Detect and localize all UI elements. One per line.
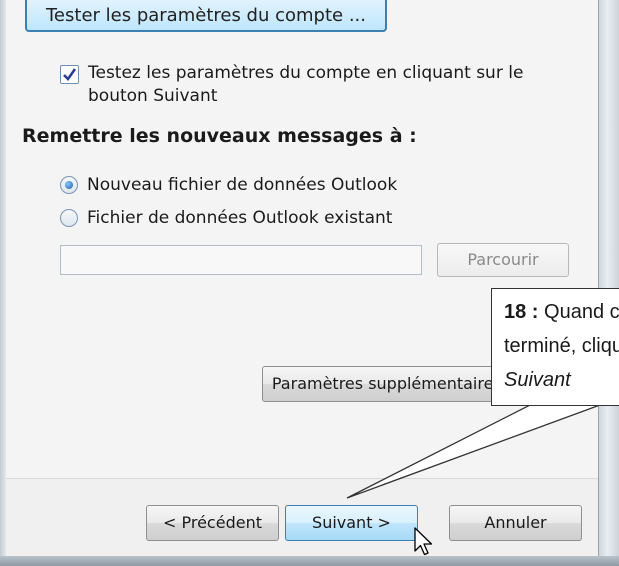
callout-line-1-text: Quand c'est [544, 301, 619, 323]
new-data-file-radio[interactable] [60, 176, 78, 194]
existing-data-file-label: Fichier de données Outlook existant [87, 208, 393, 228]
existing-data-file-radio[interactable] [60, 209, 78, 227]
deliver-messages-heading: Remettre les nouveaux messages à : [22, 125, 417, 147]
new-data-file-label: Nouveau fichier de données Outlook [87, 175, 398, 195]
mouse-cursor-icon [414, 527, 433, 556]
callout-next-word: Suivant [504, 369, 571, 391]
window-frame-bottom [0, 556, 619, 566]
callout-line-2: terminé, cliquez sur [504, 335, 619, 357]
window-frame-right [598, 0, 619, 566]
instruction-callout: 18 : Quand c'est terminé, cliquez sur Su… [491, 288, 619, 406]
cancel-button[interactable]: Annuler [449, 505, 582, 541]
test-account-settings-button[interactable]: Tester les paramètres du compte ... [25, 0, 387, 32]
radio-selected-dot [65, 181, 73, 189]
back-button[interactable]: < Précédent [146, 505, 279, 541]
callout-line-1: 18 : Quand c'est [504, 295, 619, 329]
test-account-checkbox[interactable] [60, 65, 79, 84]
callout-step-number: 18 : [504, 301, 539, 323]
wizard-navigation-bar: < Précédent Suivant > Annuler [6, 478, 598, 557]
browse-button[interactable]: Parcourir [437, 243, 569, 277]
test-account-checkbox-label: Testez les paramètres du compte en cliqu… [88, 63, 524, 106]
checkmark-icon [63, 68, 77, 82]
next-button[interactable]: Suivant > [285, 505, 418, 541]
data-file-path-input[interactable] [60, 245, 422, 275]
account-settings-panel: Tester les paramètres du compte ... Test… [6, 0, 598, 478]
callout-line-3: Suivant [504, 363, 619, 397]
